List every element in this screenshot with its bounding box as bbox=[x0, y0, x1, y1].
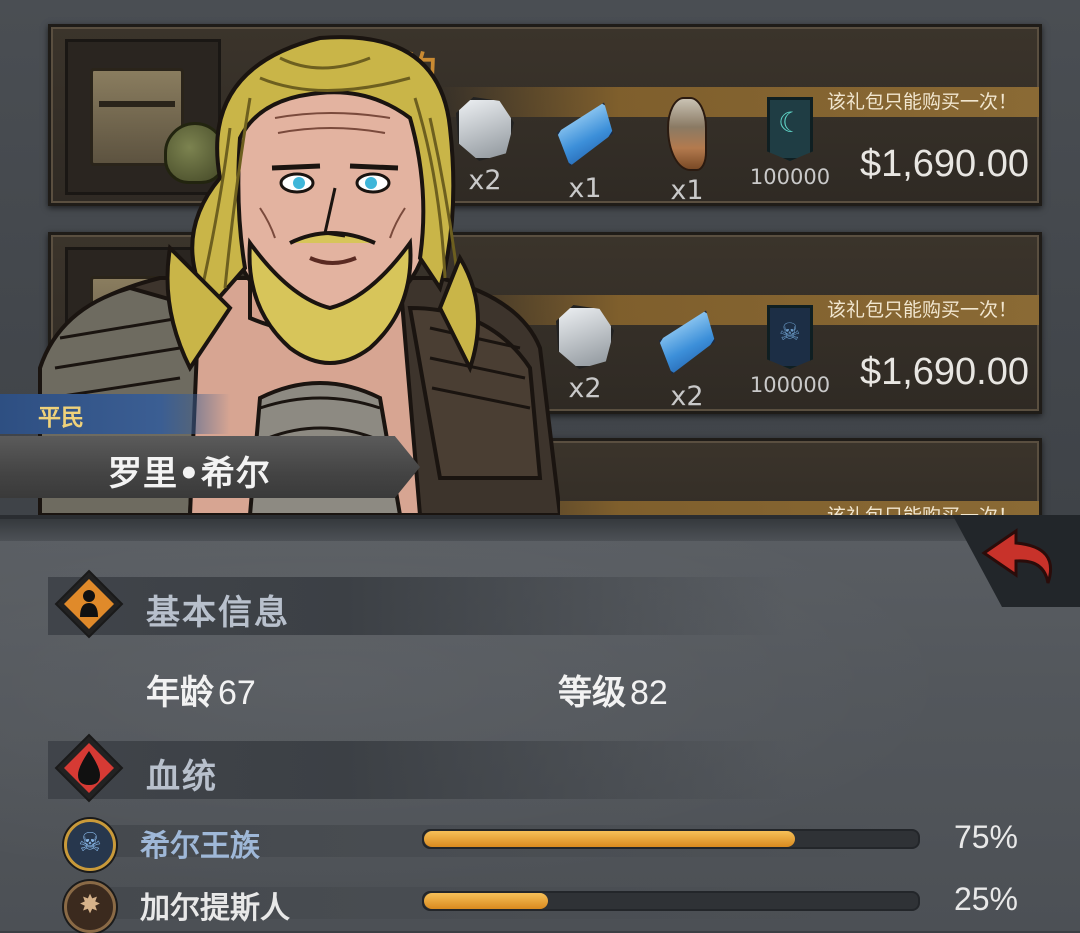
horn-item: x1 bbox=[647, 97, 727, 206]
horn-icon bbox=[667, 97, 707, 171]
character-name: 罗里•希尔 bbox=[108, 454, 271, 494]
character-info-panel: 基本信息 年龄 67 等级 82 血统 ☠ 希尔王族 75% ✸ 加尔提斯人 25% bbox=[0, 515, 1080, 933]
age-stat: 年龄 67 bbox=[146, 673, 256, 713]
basic-info-header: 基本信息 bbox=[48, 569, 788, 639]
bloodline-row: ☠ 希尔王族 75% bbox=[50, 815, 1040, 871]
bloodline-bar-fill bbox=[424, 831, 795, 847]
banner-item: 100000 bbox=[745, 97, 835, 189]
bloodline-percent: 75% bbox=[953, 819, 1018, 855]
bloodline-name: 希尔王族 bbox=[140, 829, 260, 864]
basic-info-title: 基本信息 bbox=[146, 593, 290, 633]
character-name-plate: 罗里•希尔 bbox=[0, 436, 420, 498]
blood-drop-icon bbox=[54, 733, 124, 803]
crystal-item: x2 bbox=[647, 305, 727, 412]
banner-icon bbox=[767, 97, 813, 161]
stone-icon bbox=[556, 305, 614, 369]
level-stat: 等级 82 bbox=[558, 673, 668, 713]
skull-banner-icon bbox=[767, 305, 813, 369]
panel-edge bbox=[0, 519, 1080, 541]
bloodline-header: 血统 bbox=[48, 733, 788, 803]
price-button[interactable]: $1,690.00 bbox=[860, 351, 1029, 394]
bloodline-row: ✸ 加尔提斯人 25% bbox=[50, 877, 1040, 933]
bloodline-name: 加尔提斯人 bbox=[140, 891, 290, 926]
bloodline-title: 血统 bbox=[146, 757, 218, 797]
bloodline-percent: 25% bbox=[953, 881, 1018, 917]
back-arrow-icon bbox=[981, 528, 1053, 584]
person-icon bbox=[54, 569, 124, 639]
price-button[interactable]: $1,690.00 bbox=[860, 143, 1029, 186]
royal-crest-icon: ☠ bbox=[64, 819, 116, 871]
rank-tag: 平民 bbox=[0, 394, 230, 434]
beast-crest-icon: ✸ bbox=[64, 881, 116, 933]
bloodline-bar-fill bbox=[424, 893, 548, 909]
bloodline-bar bbox=[422, 891, 920, 911]
rank-label: 平民 bbox=[38, 405, 84, 431]
shop-background: 约 该礼包只能购买一次！ x2 x1 x1 100000 $1,690.00 该… bbox=[0, 0, 1080, 515]
banner-item: 100000 bbox=[745, 305, 835, 397]
bloodline-bar bbox=[422, 829, 920, 849]
crystal-icon bbox=[648, 298, 727, 384]
